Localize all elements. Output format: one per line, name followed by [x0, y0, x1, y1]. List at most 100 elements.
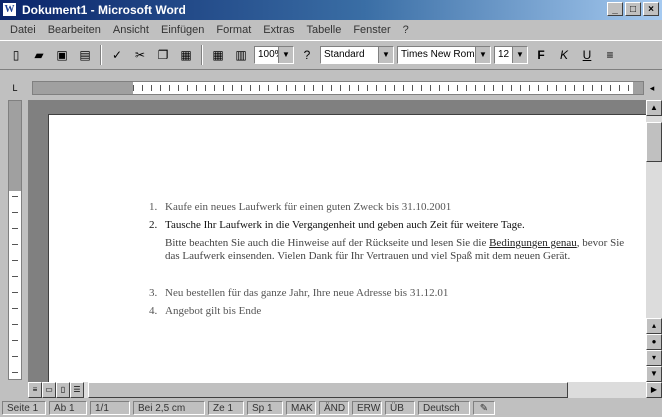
vertical-ruler[interactable] — [8, 100, 22, 380]
previous-page-icon[interactable]: ▴ — [646, 318, 662, 334]
horizontal-ruler[interactable] — [32, 81, 644, 95]
paragraph-underline: Bedingungen genau — [489, 237, 577, 249]
scroll-thumb[interactable] — [646, 122, 662, 162]
close-button[interactable]: × — [643, 2, 659, 16]
toolbar-separator — [100, 45, 102, 65]
copy-icon[interactable]: ❐ — [153, 45, 173, 65]
help-icon[interactable]: ? — [297, 45, 317, 65]
outline-view-icon[interactable]: ☰ — [70, 382, 84, 398]
status-language[interactable]: Deutsch — [418, 401, 470, 415]
web-view-icon[interactable]: ▭ — [42, 382, 56, 398]
status-flag-erw[interactable]: ERW — [352, 401, 382, 415]
italic-icon[interactable]: K — [554, 45, 574, 65]
status-line: Ze 1 — [208, 401, 244, 415]
style-combo[interactable]: Standard ▼ — [320, 46, 394, 64]
normal-view-icon[interactable]: ≡ — [28, 382, 42, 398]
list-item[interactable]: 2. Tausche Ihr Laufwerk in die Vergangen… — [149, 219, 629, 232]
paste-icon[interactable]: ▦ — [176, 45, 196, 65]
horizontal-scroll-row: ≡ ▭ ▯ ☰ ▶ — [28, 382, 662, 398]
status-position: Bei 2,5 cm — [133, 401, 205, 415]
underline-icon[interactable]: U — [577, 45, 597, 65]
page-layout-icon[interactable]: ▯ — [56, 382, 70, 398]
zoom-combo[interactable]: 100% ▼ — [254, 46, 294, 64]
status-column: Sp 1 — [247, 401, 283, 415]
vertical-scrollbar[interactable]: ▲ ▴ ● ▾ ▼ — [646, 100, 662, 382]
columns-icon[interactable]: ▥ — [231, 45, 251, 65]
ruler-right-margin — [633, 82, 643, 94]
title-bar[interactable]: W Dokument1 - Microsoft Word _ □ × — [0, 0, 662, 20]
status-flag-ub[interactable]: ÜB — [385, 401, 415, 415]
font-combo[interactable]: Times New Roman ▼ — [397, 46, 491, 64]
spellcheck-icon[interactable]: ✓ — [107, 45, 127, 65]
window-title: Dokument1 - Microsoft Word — [22, 3, 186, 17]
ruler-left-margin — [33, 82, 133, 94]
new-document-icon[interactable]: ▯ — [6, 45, 26, 65]
maximize-button[interactable]: □ — [625, 2, 641, 16]
menu-bar: Datei Bearbeiten Ansicht Einfügen Format… — [0, 21, 662, 39]
paragraph-text: Bitte beachten Sie auch die Hinweise auf… — [165, 237, 487, 249]
save-icon[interactable]: ▣ — [52, 45, 72, 65]
menu-window[interactable]: Fenster — [347, 24, 396, 36]
menu-help[interactable]: ? — [397, 24, 415, 36]
menu-format[interactable]: Format — [210, 24, 257, 36]
list-text: Neu bestellen für das ganze Jahr, Ihre n… — [165, 287, 449, 299]
ruler-scroll-icon[interactable]: ◂ — [646, 81, 658, 95]
vertical-ruler-ticks — [12, 196, 18, 375]
browse-object-icon[interactable]: ● — [646, 334, 662, 350]
menu-edit[interactable]: Bearbeiten — [42, 24, 107, 36]
menu-tools[interactable]: Extras — [257, 24, 300, 36]
font-size-combo[interactable]: 12 ▼ — [494, 46, 528, 64]
scroll-right-icon[interactable]: ▶ — [646, 382, 662, 398]
minimize-button[interactable]: _ — [607, 2, 623, 16]
align-icon[interactable]: ≡ — [600, 45, 620, 65]
status-pages: 1/1 — [90, 401, 130, 415]
font-value: Times New Roman — [401, 49, 486, 60]
scroll-down-icon[interactable]: ▼ — [646, 366, 662, 382]
toolbar-separator — [201, 45, 203, 65]
list-number: 1. — [149, 201, 158, 213]
list-item[interactable]: 3. Neu bestellen für das ganze Jahr, Ihr… — [149, 287, 629, 300]
print-icon[interactable]: ▤ — [75, 45, 95, 65]
horizontal-scroll-thumb[interactable] — [88, 382, 568, 398]
document-page[interactable]: 1. Kaufe ein neues Laufwerk für einen gu… — [48, 114, 647, 383]
scroll-up-icon[interactable]: ▲ — [646, 100, 662, 116]
next-page-icon[interactable]: ▾ — [646, 350, 662, 366]
document-list: 1. Kaufe ein neues Laufwerk für einen gu… — [149, 201, 629, 323]
horizontal-scrollbar[interactable] — [88, 382, 646, 398]
list-item[interactable]: 4. Angebot gilt bis Ende — [149, 305, 629, 318]
status-flag-and[interactable]: ÄND — [319, 401, 349, 415]
spellcheck-status-icon[interactable]: ✎ — [473, 401, 495, 415]
status-section: Ab 1 — [49, 401, 87, 415]
vertical-ruler-margin — [9, 101, 21, 191]
chevron-down-icon[interactable]: ▼ — [475, 47, 490, 63]
menu-table[interactable]: Tabelle — [300, 24, 347, 36]
chevron-down-icon[interactable]: ▼ — [278, 47, 293, 63]
menu-file[interactable]: Datei — [4, 24, 42, 36]
chevron-down-icon[interactable]: ▼ — [378, 47, 393, 63]
list-number: 2. — [149, 219, 158, 231]
window-controls: _ □ × — [607, 2, 659, 16]
cut-icon[interactable]: ✂ — [130, 45, 150, 65]
tab-selector-icon[interactable]: L — [4, 80, 26, 96]
list-item[interactable]: 1. Kaufe ein neues Laufwerk für einen gu… — [149, 201, 629, 214]
status-page: Seite 1 — [2, 401, 46, 415]
word-window: W Dokument1 - Microsoft Word _ □ × Datei… — [0, 0, 662, 417]
style-value: Standard — [324, 49, 365, 60]
open-folder-icon[interactable]: ▰ — [29, 45, 49, 65]
bold-icon[interactable]: F — [531, 45, 551, 65]
table-icon[interactable]: ▦ — [208, 45, 228, 65]
document-area[interactable]: 1. Kaufe ein neues Laufwerk für einen gu… — [28, 100, 647, 383]
word-app-icon[interactable]: W — [3, 3, 16, 16]
status-bar: Seite 1 Ab 1 1/1 Bei 2,5 cm Ze 1 Sp 1 MA… — [0, 399, 662, 417]
list-text: Kaufe ein neues Laufwerk für einen guten… — [165, 201, 452, 213]
toolbar: ▯ ▰ ▣ ▤ ✓ ✂ ❐ ▦ ▦ ▥ 100% ▼ ? Standard ▼ … — [0, 40, 662, 70]
chevron-down-icon[interactable]: ▼ — [512, 47, 527, 63]
list-text: Tausche Ihr Laufwerk in die Vergangenhei… — [165, 219, 525, 231]
list-paragraph[interactable]: Bitte beachten Sie auch die Hinweise auf… — [149, 237, 629, 263]
menu-insert[interactable]: Einfügen — [155, 24, 210, 36]
list-number: 3. — [149, 287, 158, 299]
menu-view[interactable]: Ansicht — [107, 24, 155, 36]
status-flag-mak[interactable]: MAK — [286, 401, 316, 415]
font-size-value: 12 — [498, 49, 510, 60]
ruler-ticks — [133, 85, 633, 91]
